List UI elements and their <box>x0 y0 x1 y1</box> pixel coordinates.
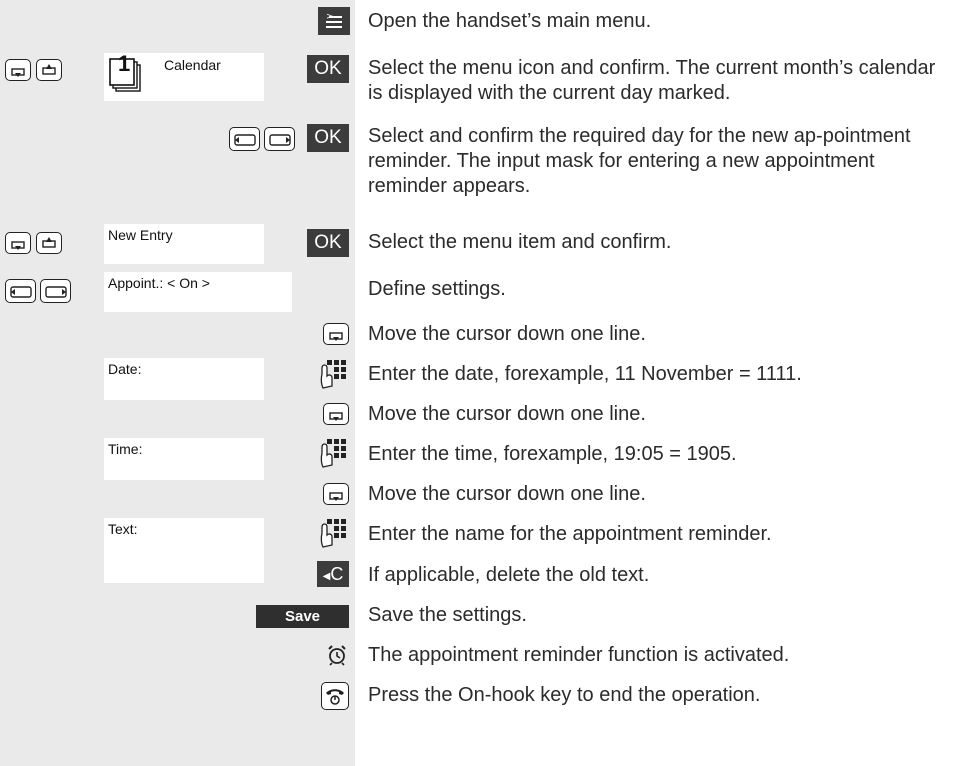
step-6-text: Move the cursor down one line. <box>368 323 646 345</box>
keypad-icon <box>320 519 346 548</box>
main-menu-key-icon: > <box>318 7 350 35</box>
delete-key: ◀C <box>317 561 349 587</box>
keypad-icon <box>320 439 346 468</box>
step-7-text: Enter the date, forexample, 11 November … <box>368 363 802 385</box>
right-key-icon <box>40 279 71 303</box>
step-15-text: Press the On-hook key to end the operati… <box>368 684 761 706</box>
step-2-text: Select the menu icon and confirm. The cu… <box>368 57 936 104</box>
appoint-display: Appoint.: < On > <box>104 272 292 312</box>
up-key-icon <box>36 232 62 254</box>
up-key-icon <box>36 59 62 81</box>
step-10-text: Move the cursor down one line. <box>368 483 646 505</box>
left-key-icon <box>5 279 36 303</box>
down-key-icon <box>323 483 349 505</box>
delete-key-label: C <box>330 564 344 584</box>
save-key: Save <box>256 605 349 628</box>
calendar-label: Calendar <box>164 57 221 73</box>
left-key-icon <box>229 127 260 151</box>
step-14-text: The appointment reminder function is act… <box>368 644 790 666</box>
new-entry-display: New Entry <box>104 224 264 264</box>
down-key-icon <box>323 323 349 345</box>
step-1-text: Open the handset’s main menu. <box>368 10 652 32</box>
keypad-icon <box>320 360 346 389</box>
step-3-text: Select and confirm the required day for … <box>368 125 911 197</box>
step-5-text: Define settings. <box>368 278 506 300</box>
date-display: Date: <box>104 358 264 400</box>
ok-key: OK <box>307 55 349 83</box>
on-hook-key-icon <box>321 682 349 710</box>
step-11-text: Enter the name for the appointment remin… <box>368 523 772 545</box>
time-display: Time: <box>104 438 264 480</box>
ok-key: OK <box>307 229 349 257</box>
down-key-icon <box>5 232 31 254</box>
right-key-icon <box>264 127 295 151</box>
step-4-text: Select the menu item and confirm. <box>368 231 672 253</box>
text-display: Text: <box>104 518 264 583</box>
step-12-text: If applicable, delete the old text. <box>368 564 650 586</box>
step-13-text: Save the settings. <box>368 604 527 626</box>
instruction-page: > Open the handset’s main menu. 1 Calend… <box>0 0 956 766</box>
calendar-menu-number: 1 <box>118 51 131 76</box>
alarm-clock-icon <box>328 645 346 666</box>
ok-key: OK <box>307 124 349 152</box>
calendar-display: 1 Calendar <box>104 53 264 101</box>
down-key-icon <box>323 403 349 425</box>
step-9-text: Enter the time, forexample, 19:05 = 1905… <box>368 443 737 465</box>
step-8-text: Move the cursor down one line. <box>368 403 646 425</box>
down-key-icon <box>5 59 31 81</box>
